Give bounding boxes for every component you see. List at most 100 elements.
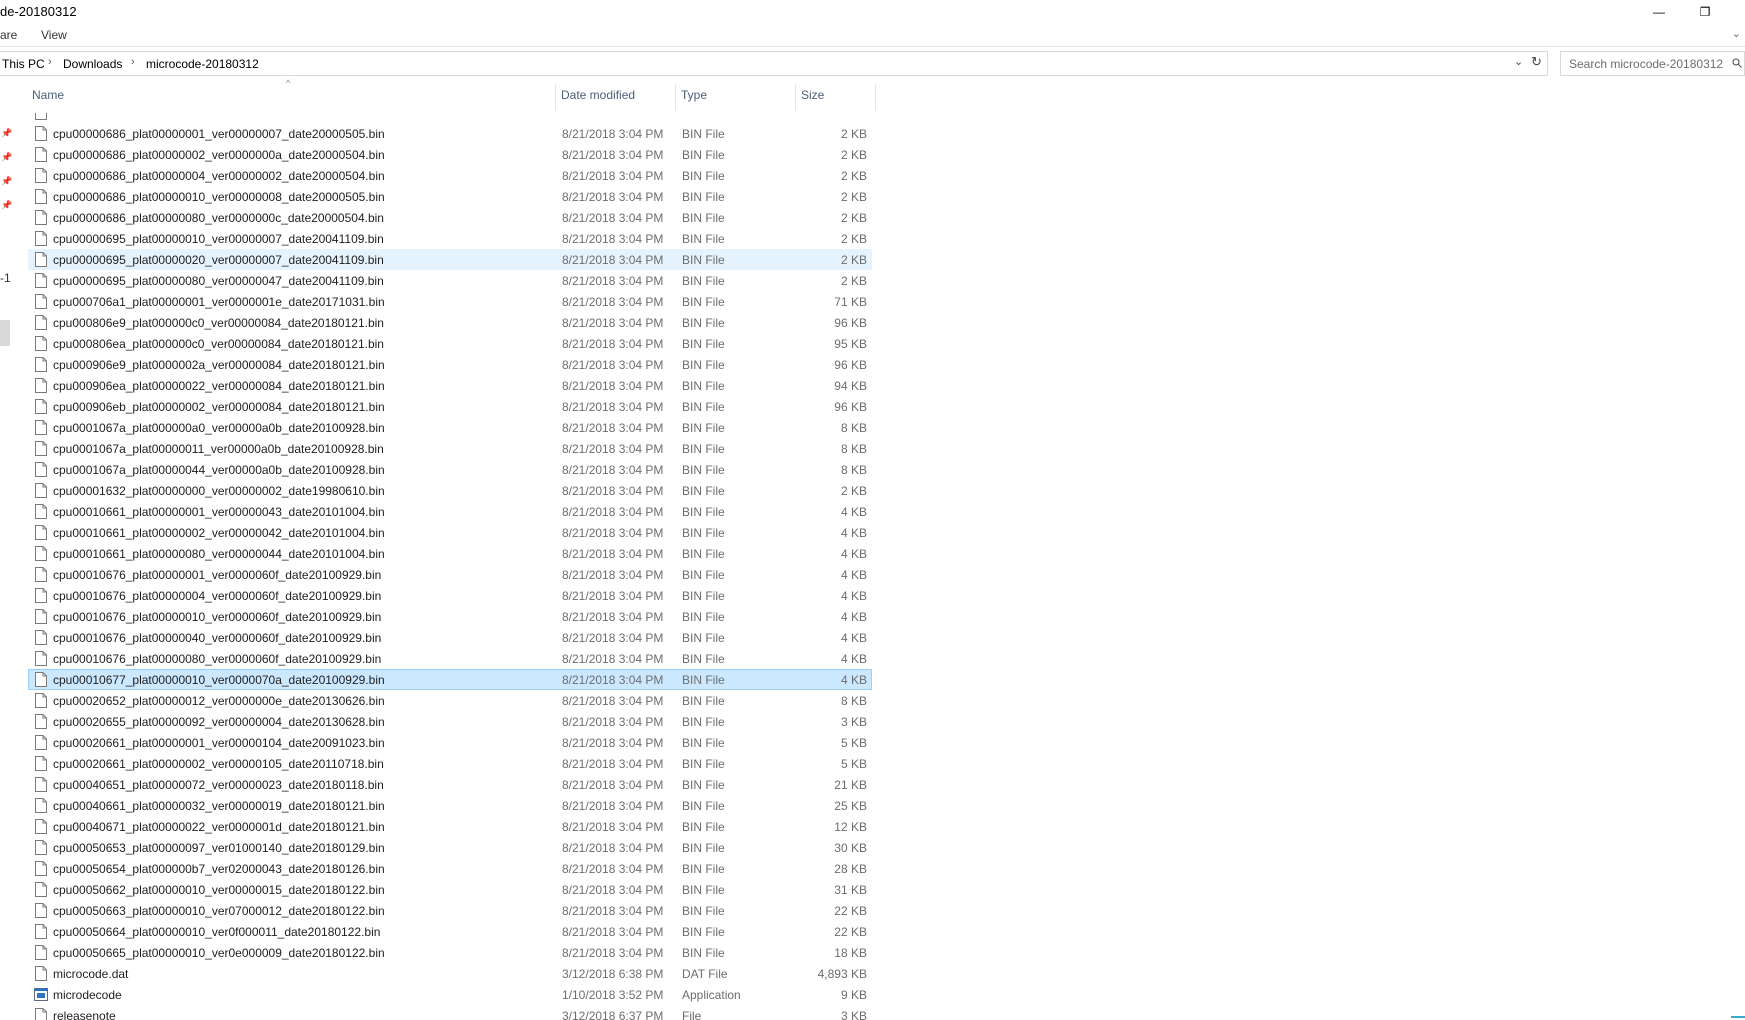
file-name: cpu000806e9_plat000000c0_ver00000084_dat… [53,316,384,330]
breadcrumb-downloads[interactable]: Downloads [63,57,122,71]
resize-grip[interactable] [1731,1016,1745,1018]
list-item[interactable]: cpu00000695_plat00000080_ver00000047_dat… [28,270,872,291]
pin-icon[interactable]: 📌 [1,128,12,139]
breadcrumb-this-pc[interactable]: This PC [2,57,45,71]
file-icon [35,420,47,435]
list-item[interactable]: cpu00000686_plat00000080_ver0000000c_dat… [28,207,872,228]
list-item[interactable]: releasenote 3/12/2018 6:37 PM File 3 KB [28,1005,872,1020]
file-icon [35,777,47,792]
file-date-modified: 8/21/2018 3:04 PM [562,190,664,204]
file-name: cpu00000686_plat00000080_ver0000000c_dat… [53,211,384,225]
file-size: 71 KB [834,295,867,309]
ribbon-tab-view[interactable]: View [41,28,67,42]
nav-item-selected[interactable] [0,320,10,346]
pin-icon[interactable]: 📌 [1,176,12,187]
file-type: BIN File [682,190,725,204]
list-item[interactable]: cpu00000686_plat00000001_ver00000007_dat… [28,123,872,144]
navigation-pane: 📌 📌 📌 📌 -1 [0,80,14,1020]
file-date-modified: 8/21/2018 3:04 PM [562,736,664,750]
list-item[interactable]: cpu00001632_plat00000000_ver00000002_dat… [28,480,872,501]
list-item[interactable]: cpu000906ea_plat00000022_ver00000084_dat… [28,375,872,396]
list-item[interactable]: cpu00020652_plat00000012_ver0000000e_dat… [28,690,872,711]
nav-item-truncated[interactable]: -1 [0,271,11,285]
file-type: BIN File [682,274,725,288]
file-icon [35,441,47,456]
column-header-row: ^ Name Date modified Type Size [28,78,876,110]
list-item[interactable]: cpu00010661_plat00000001_ver00000043_dat… [28,501,872,522]
list-item[interactable]: cpu000806ea_plat000000c0_ver00000084_dat… [28,333,872,354]
list-item[interactable]: microdecode 1/10/2018 3:52 PM Application 9… [28,984,872,1005]
column-divider[interactable] [795,84,796,110]
refresh-icon[interactable]: ↻ [1531,54,1542,70]
file-icon [35,693,47,708]
list-item[interactable]: cpu00040661_plat00000032_ver00000019_dat… [28,795,872,816]
file-name: cpu00050665_plat00000010_ver0e000009_dat… [53,946,385,960]
file-size: 9 KB [840,988,867,1002]
list-item[interactable]: cpu00000695_plat00000020_ver00000007_dat… [28,249,872,270]
file-date-modified: 8/21/2018 3:04 PM [562,610,664,624]
list-item[interactable]: cpu00010676_plat00000080_ver0000060f_dat… [28,648,872,669]
list-item[interactable]: cpu00020655_plat00000092_ver00000004_dat… [28,711,872,732]
ribbon-tab-share[interactable]: are [0,28,17,42]
list-item[interactable]: cpu00020661_plat00000002_ver00000105_dat… [28,753,872,774]
list-item[interactable]: cpu00010661_plat00000002_ver00000042_dat… [28,522,872,543]
column-header-type[interactable]: Type [681,88,707,102]
list-item[interactable]: cpu000706a1_plat00000001_ver0000001e_dat… [28,291,872,312]
search-box[interactable]: Search microcode-20180312 [1560,51,1745,76]
list-item[interactable]: cpu000906eb_plat00000002_ver00000084_dat… [28,396,872,417]
list-item[interactable]: cpu0001067a_plat000000a0_ver00000a0b_dat… [28,417,872,438]
column-header-date-modified[interactable]: Date modified [561,88,635,102]
list-item[interactable]: cpu00050663_plat00000010_ver07000012_dat… [28,900,872,921]
expand-ribbon-icon[interactable]: ⌄ [1732,27,1741,40]
list-item-partial[interactable] [28,113,872,123]
file-size: 4 KB [840,610,867,624]
column-divider[interactable] [675,84,676,110]
list-item[interactable]: cpu00050654_plat000000b7_ver02000043_dat… [28,858,872,879]
list-item[interactable]: cpu00020661_plat00000001_ver00000104_dat… [28,732,872,753]
list-item[interactable]: cpu00010676_plat00000040_ver0000060f_dat… [28,627,872,648]
list-item[interactable]: cpu00000695_plat00000010_ver00000007_dat… [28,228,872,249]
list-item[interactable]: cpu0001067a_plat00000044_ver00000a0b_dat… [28,459,872,480]
address-dropdown-icon[interactable]: ⌄ [1514,55,1523,68]
list-item[interactable]: cpu000906e9_plat0000002a_ver00000084_dat… [28,354,872,375]
list-item[interactable]: cpu00010676_plat00000010_ver0000060f_dat… [28,606,872,627]
file-size: 8 KB [840,463,867,477]
list-item[interactable]: cpu00050665_plat00000010_ver0e000009_dat… [28,942,872,963]
column-divider[interactable] [555,84,556,110]
chevron-right-icon[interactable]: › [131,56,135,68]
pin-icon[interactable]: 📌 [1,152,12,163]
list-item[interactable]: cpu00000686_plat00000010_ver00000008_dat… [28,186,872,207]
list-item[interactable]: cpu0001067a_plat00000011_ver00000a0b_dat… [28,438,872,459]
list-item[interactable]: cpu00010677_plat00000010_ver0000070a_dat… [28,669,872,690]
list-item[interactable]: cpu000806e9_plat000000c0_ver00000084_dat… [28,312,872,333]
list-item[interactable]: microcode.dat 3/12/2018 6:38 PM DAT File 4,… [28,963,872,984]
chevron-right-icon[interactable]: › [48,56,52,68]
list-item[interactable]: cpu00010661_plat00000080_ver00000044_dat… [28,543,872,564]
list-item[interactable]: cpu00000686_plat00000002_ver0000000a_dat… [28,144,872,165]
restore-button[interactable]: ❐ [1682,0,1728,24]
file-size: 4 KB [840,652,867,666]
file-name: cpu00020652_plat00000012_ver0000000e_dat… [53,694,385,708]
file-date-modified: 8/21/2018 3:04 PM [562,589,664,603]
breadcrumb-current-folder[interactable]: microcode-20180312 [146,57,259,71]
list-item[interactable]: cpu00050664_plat00000010_ver0f000011_dat… [28,921,872,942]
file-type: BIN File [682,757,725,771]
list-item[interactable]: cpu00050653_plat00000097_ver01000140_dat… [28,837,872,858]
column-header-size[interactable]: Size [801,88,824,102]
column-divider[interactable] [875,84,876,110]
search-icon[interactable] [1732,58,1742,68]
list-item[interactable]: cpu00040651_plat00000072_ver00000023_dat… [28,774,872,795]
list-item[interactable]: cpu00000686_plat00000004_ver00000002_dat… [28,165,872,186]
list-item[interactable]: cpu00010676_plat00000001_ver0000060f_dat… [28,564,872,585]
file-date-modified: 8/21/2018 3:04 PM [562,841,664,855]
list-item[interactable]: cpu00040671_plat00000022_ver0000001d_dat… [28,816,872,837]
column-header-name[interactable]: Name [32,88,64,102]
file-type: BIN File [682,169,725,183]
address-bar[interactable]: This PC › Downloads › microcode-20180312… [0,51,1548,76]
pin-icon[interactable]: 📌 [1,200,12,211]
list-item[interactable]: cpu00010676_plat00000004_ver0000060f_dat… [28,585,872,606]
search-input[interactable]: Search microcode-20180312 [1569,57,1723,71]
minimize-button[interactable]: — [1636,0,1682,24]
file-date-modified: 8/21/2018 3:04 PM [562,568,664,582]
list-item[interactable]: cpu00050662_plat00000010_ver00000015_dat… [28,879,872,900]
